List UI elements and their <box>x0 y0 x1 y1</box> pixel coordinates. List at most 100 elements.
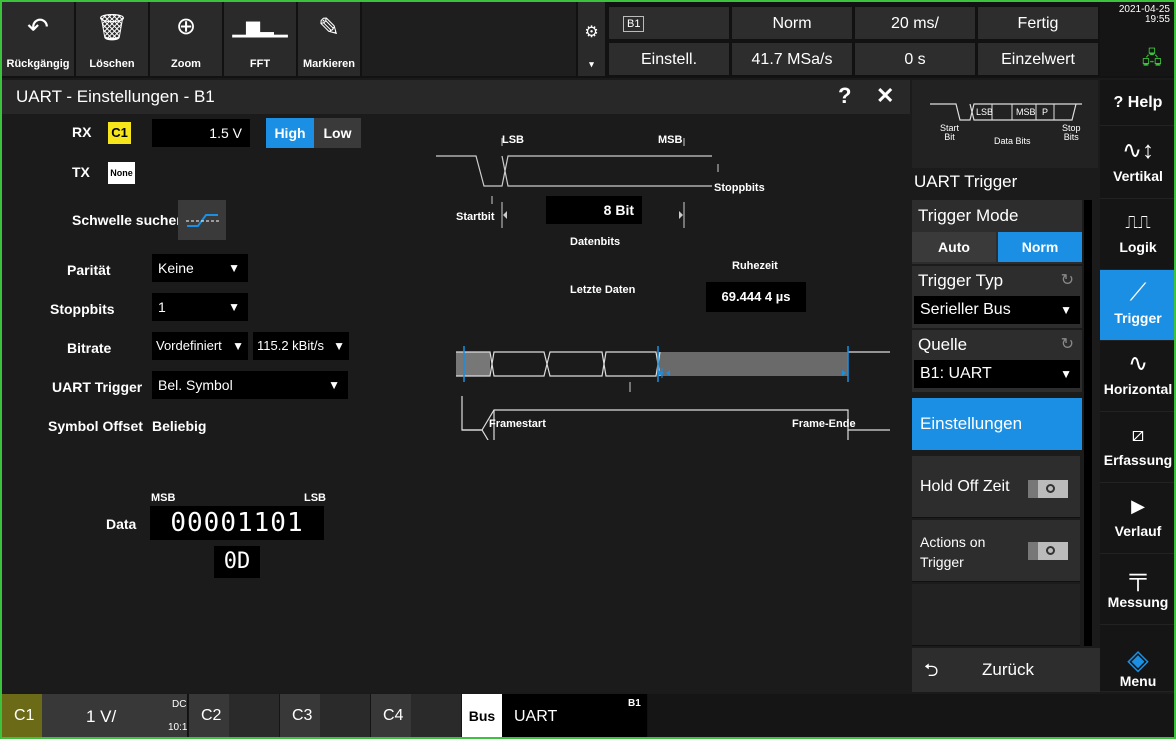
chevron-down-icon: ▼ <box>228 261 240 275</box>
bus-tag: B1 <box>628 698 641 709</box>
chevron-down-icon: ▼ <box>1060 367 1072 381</box>
databits-input[interactable]: 8 Bit <box>546 196 642 224</box>
symbol-offset-label: Symbol Offset <box>48 418 143 434</box>
sidebar-vertical[interactable]: ∿↕ Vertikal <box>1100 128 1174 199</box>
polarity-high-button[interactable]: High <box>266 118 314 148</box>
channel-c2[interactable]: C2 <box>189 694 279 737</box>
dialog-title-bar: UART - Einstellungen - B1 ? ✕ <box>2 80 910 114</box>
c1-coupling: DC <box>172 699 187 710</box>
back-button[interactable]: ⮌ Zurück <box>912 648 1100 692</box>
vertical-icon: ∿↕ <box>1121 137 1155 164</box>
acq-mode-cell[interactable]: Einzelwert <box>977 42 1099 76</box>
find-threshold-label: Schwelle suchen <box>72 212 185 228</box>
trigger-mode-group: Trigger Mode Auto Norm <box>912 200 1082 264</box>
rx-channel-button[interactable]: C1 <box>108 122 131 144</box>
sidebar-acquisition[interactable]: ⧄ Erfassung <box>1100 412 1174 483</box>
sidebar-menu[interactable]: ◈ Menu <box>1100 625 1174 692</box>
mode-auto-button[interactable]: Auto <box>912 232 996 262</box>
holdoff-toggle[interactable] <box>1028 480 1068 498</box>
sidebar-horizontal[interactable]: ∿ Horizontal <box>1100 341 1174 412</box>
uart-trigger-select[interactable]: Bel. Symbol ▼ <box>152 371 348 399</box>
c3-label: C3 <box>292 707 313 724</box>
channel-c4[interactable]: C4 <box>371 694 461 737</box>
source-label: Quelle <box>918 335 968 354</box>
data-msb-label: MSB <box>151 492 176 504</box>
settings-button[interactable]: ⚙ ▾ <box>578 2 606 76</box>
mode-norm-button[interactable]: Norm <box>998 232 1082 262</box>
horizontal-icon: ∿ <box>1127 350 1149 377</box>
undo-button[interactable]: ↶ Rückgängig <box>2 2 75 76</box>
sidebar-trigger[interactable]: ⟋ Trigger <box>1100 270 1174 341</box>
chevron-down-icon: ▼ <box>328 378 340 392</box>
tx-label: TX <box>72 164 90 180</box>
panel-scrollbar[interactable] <box>1084 200 1092 646</box>
actions-toggle-row[interactable]: Actions on Trigger <box>912 520 1080 582</box>
channel-c3[interactable]: C3 <box>280 694 370 737</box>
rx-label: RX <box>72 124 92 140</box>
channel-c1[interactable]: C1 1 V/ DC 10:1 <box>2 694 188 737</box>
stopbits-diagram-label: Stoppbits <box>714 182 765 194</box>
databits-label: Datenbits <box>570 236 621 248</box>
panel-header: UART Trigger <box>914 172 1018 191</box>
sidebar-logic[interactable]: ⎍⎍ Logik <box>1100 199 1174 270</box>
mark-button[interactable]: ✎ Markieren <box>298 2 361 76</box>
dialog-title: UART - Einstellungen - B1 <box>16 87 215 106</box>
trigger-mode-cell[interactable]: Norm <box>731 6 853 40</box>
time-offset-cell[interactable]: 0 s <box>854 42 976 76</box>
find-threshold-button[interactable] <box>178 200 226 240</box>
help-button[interactable]: ? <box>838 83 851 109</box>
settings-button[interactable]: Einstellungen <box>912 398 1082 450</box>
trigger-panel: LSB MSB P Start Bit Data Bits Stop Bits … <box>910 80 1100 692</box>
parity-select[interactable]: Keine ▼ <box>152 254 248 282</box>
actions-toggle[interactable] <box>1028 542 1068 560</box>
sample-rate-cell[interactable]: 41.7 MSa/s <box>731 42 853 76</box>
app-window: ↶ Rückgängig 🗑 Löschen ⊕ Zoom ▁▆▂▁ FFT ✎… <box>0 0 1176 739</box>
settings-cell[interactable]: Einstell. <box>608 42 730 76</box>
chevron-down-icon: ▼ <box>228 300 240 314</box>
tx-channel-button[interactable]: None <box>108 162 135 184</box>
bitrate-mode-select[interactable]: Vordefiniert ▼ <box>152 332 248 360</box>
sidebar-history[interactable]: ▶ Verlauf <box>1100 483 1174 554</box>
holdoff-toggle-row[interactable]: Hold Off Zeit <box>912 456 1080 518</box>
bit-signal-high <box>436 155 712 187</box>
bus-tag-cell[interactable]: B1 <box>608 6 730 40</box>
trigger-type-label: Trigger Typ <box>918 271 1004 290</box>
source-select[interactable]: B1: UART ▼ <box>914 360 1080 388</box>
measure-icon: ╤ <box>1129 563 1147 590</box>
time-scale-cell[interactable]: 20 ms/ <box>854 6 976 40</box>
data-lsb-label: LSB <box>304 492 326 504</box>
acq-state-cell[interactable]: Fertig <box>977 6 1099 40</box>
arrow-right-icon <box>679 211 683 219</box>
schematic-msb: MSB <box>1016 107 1036 117</box>
schematic-start: Start Bit <box>940 123 960 142</box>
symbol-offset-value: Beliebig <box>152 418 207 434</box>
stopbits-select[interactable]: 1 ▼ <box>152 293 248 321</box>
delete-button[interactable]: 🗑 Löschen <box>76 2 149 76</box>
idle-hatch <box>658 352 848 376</box>
play-icon: ▶ <box>1131 496 1145 516</box>
sidebar-measure[interactable]: ╤ Messung <box>1100 554 1174 625</box>
sidebar-help[interactable]: ? Help <box>1100 80 1174 126</box>
c1-label: C1 <box>14 707 35 724</box>
chevron-down-icon: ▼ <box>1060 303 1072 317</box>
frameend-label: Frame-Ende <box>792 418 856 430</box>
bus-b1[interactable]: Bus UART B1 <box>462 694 648 737</box>
reset-icon[interactable]: ↻ <box>1061 334 1074 354</box>
chevron-down-icon: ▾ <box>589 59 594 69</box>
rx-threshold-input[interactable]: 1.5 V <box>152 119 250 147</box>
schematic-stop: Stop Bits <box>1062 123 1081 142</box>
reset-icon[interactable]: ↻ <box>1061 270 1074 290</box>
trigger-type-select[interactable]: Serieller Bus ▼ <box>914 296 1080 324</box>
startbit-label: Startbit <box>456 211 495 223</box>
zoom-button[interactable]: ⊕ Zoom <box>150 2 223 76</box>
bitrate-value-select[interactable]: 115.2 kBit/s ▼ <box>253 332 349 360</box>
idle-time-input[interactable]: 69.444 4 µs <box>706 282 806 312</box>
polarity-low-button[interactable]: Low <box>314 118 361 148</box>
uart-frame-diagram <box>436 138 890 440</box>
rs-logo-icon: ◈ <box>1127 644 1149 675</box>
acquisition-icon: ⧄ <box>1131 424 1145 446</box>
close-button[interactable]: ✕ <box>876 83 894 109</box>
data-bits-display[interactable]: 00001101 <box>150 506 324 540</box>
fft-button[interactable]: ▁▆▂▁ FFT <box>224 2 297 76</box>
panel-empty-slot <box>912 584 1080 646</box>
